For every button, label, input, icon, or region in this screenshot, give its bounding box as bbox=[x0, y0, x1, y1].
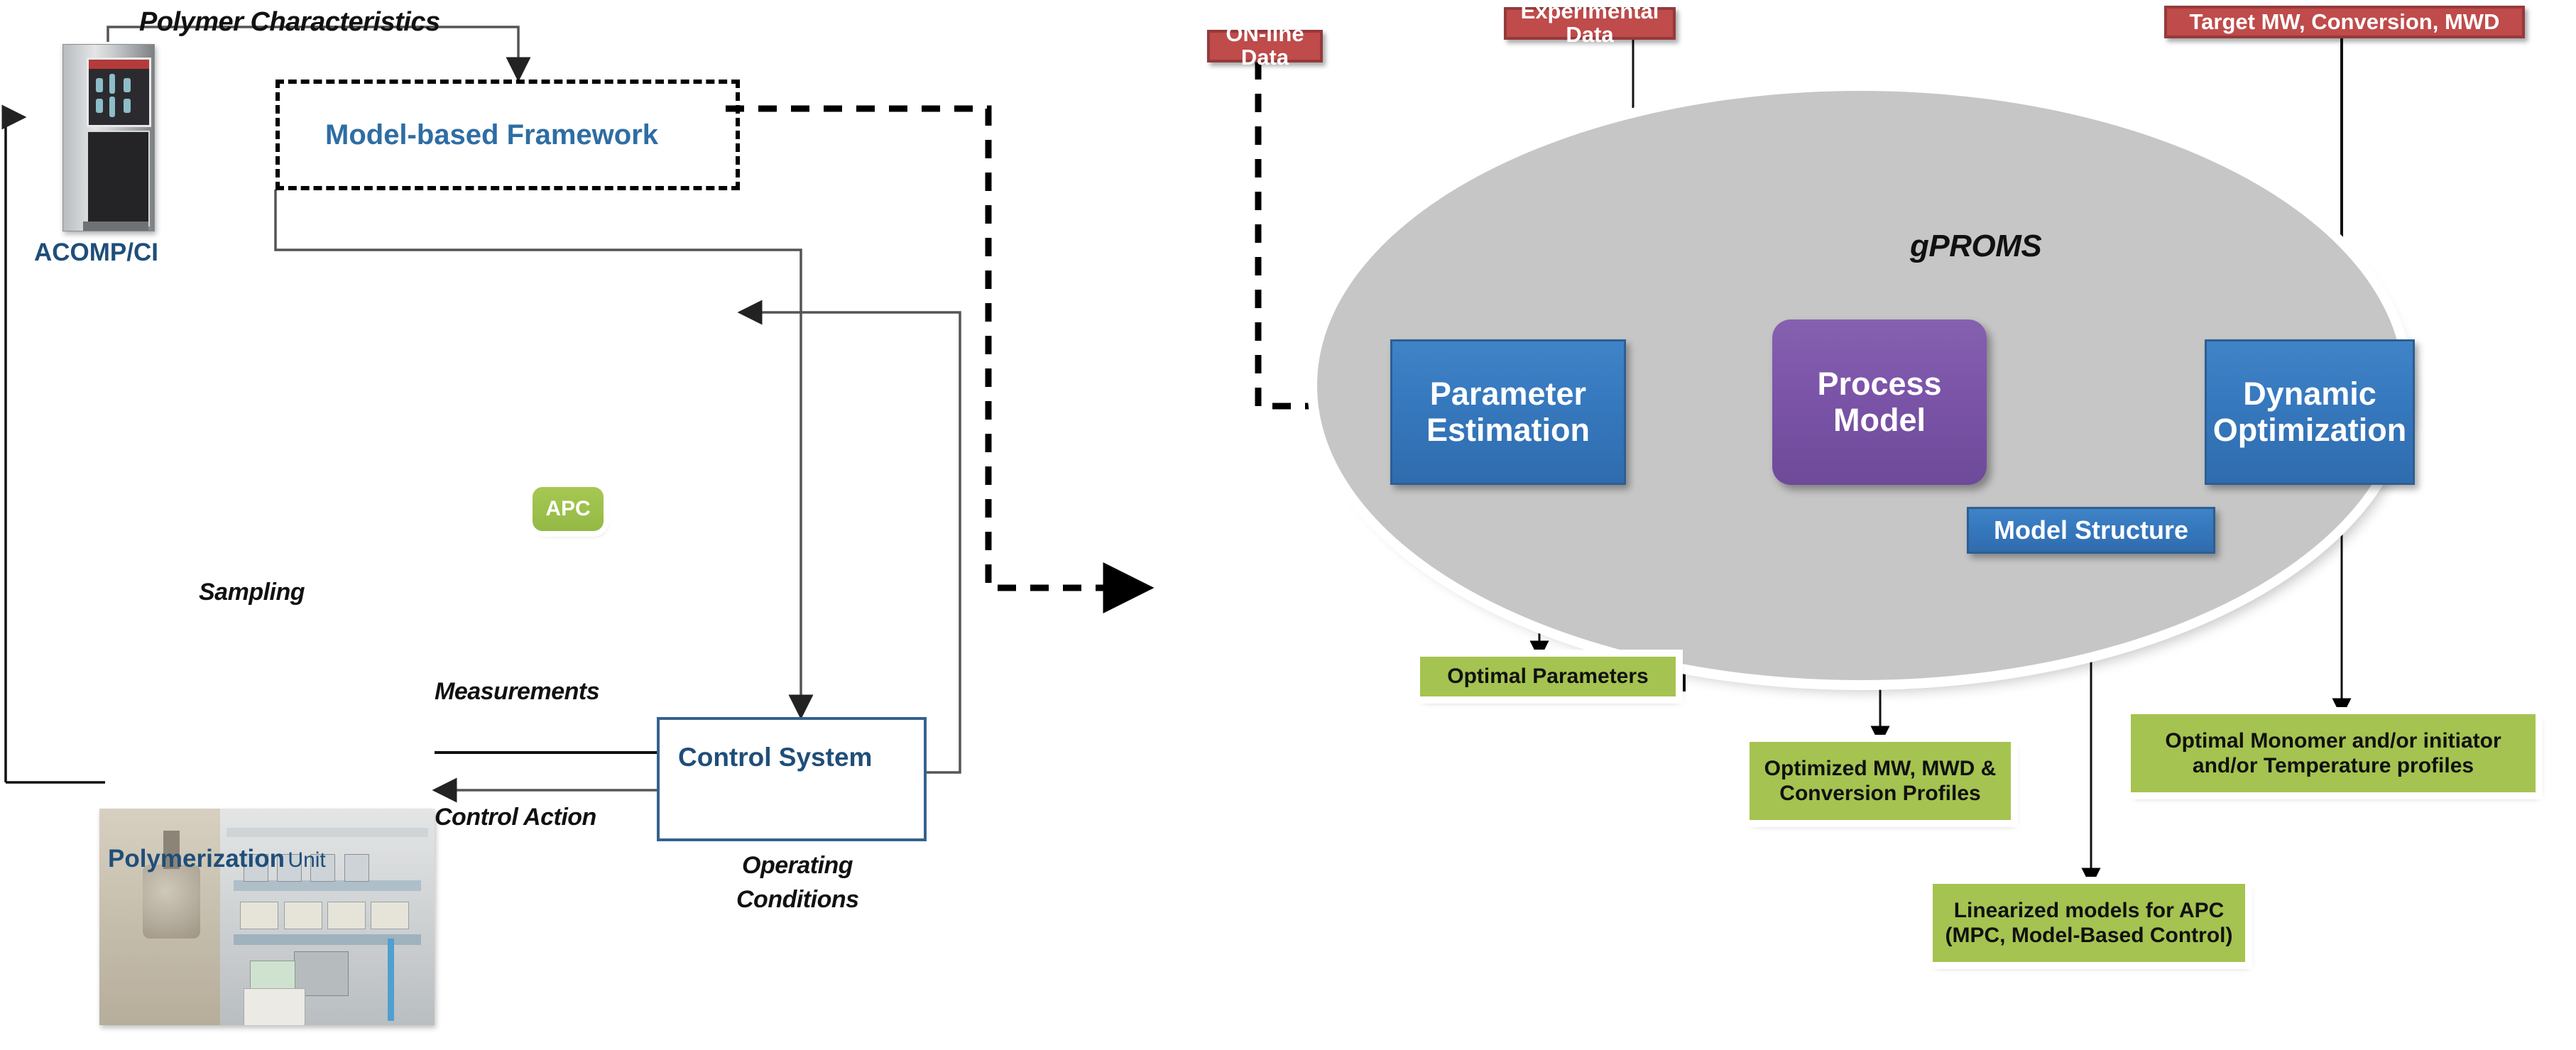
linearized-models-line2: (MPC, Model-Based Control) bbox=[1945, 924, 2233, 947]
operating-conditions-line1: Operating bbox=[742, 852, 853, 879]
dynamic-optimization-box[interactable]: Dynamic Optimization bbox=[2205, 339, 2415, 485]
online-data-box[interactable]: ON-line Data bbox=[1207, 23, 1323, 69]
measurements-label: Measurements bbox=[435, 678, 600, 705]
polymerization-unit-bold: Polymerization bbox=[108, 845, 285, 873]
gproms-label: gPROMS bbox=[1910, 229, 2042, 263]
linearized-models-line1: Linearized models for APC bbox=[1953, 898, 2225, 922]
optimal-monomer-line1: Optimal Monomer and/or initiator bbox=[2165, 728, 2501, 753]
operating-conditions-line2: Conditions bbox=[736, 886, 859, 913]
acomp-screen bbox=[87, 58, 151, 128]
apc-chip[interactable]: APC bbox=[533, 487, 604, 531]
optimized-profiles-line2: Conversion Profiles bbox=[1779, 782, 1981, 805]
acomp-base bbox=[83, 221, 149, 231]
parameter-estimation-line2: Estimation bbox=[1426, 411, 1590, 448]
optimal-parameters-box[interactable]: Optimal Parameters bbox=[1420, 657, 1676, 696]
parameter-estimation-line1: Parameter bbox=[1429, 376, 1587, 412]
polymer-characteristics-label: Polymer Characteristics bbox=[139, 7, 440, 37]
control-system-label: Control System bbox=[678, 743, 873, 772]
acomp-caption: ACOMP/CI bbox=[34, 239, 158, 266]
process-model-line2: Model bbox=[1833, 401, 1926, 438]
optimal-monomer-line2: and/or Temperature profiles bbox=[2192, 754, 2474, 777]
sampling-label: Sampling bbox=[199, 579, 305, 606]
polymerization-unit-image bbox=[99, 809, 435, 1025]
polymerization-unit-light: Unit bbox=[288, 848, 326, 872]
optimized-profiles-box[interactable]: Optimized MW, MWD & Conversion Profiles bbox=[1750, 742, 2011, 820]
parameter-estimation-box[interactable]: Parameter Estimation bbox=[1390, 339, 1626, 485]
dynamic-optimization-line1: Dynamic bbox=[2243, 376, 2376, 412]
model-based-framework-label: Model-based Framework bbox=[325, 119, 659, 151]
dynamic-optimization-line2: Optimization bbox=[2212, 411, 2407, 448]
acomp-instrument-image bbox=[62, 44, 155, 231]
model-structure-box[interactable]: Model Structure bbox=[1967, 507, 2215, 554]
control-system-box[interactable] bbox=[657, 717, 927, 841]
diagram-canvas: Polymer Characteristics ACOMP/CI Model-b… bbox=[0, 0, 2576, 1050]
control-action-label: Control Action bbox=[435, 804, 596, 831]
process-model-line1: Process bbox=[1817, 366, 1942, 403]
optimized-profiles-line1: Optimized MW, MWD & bbox=[1764, 756, 1997, 780]
optimal-monomer-box[interactable]: Optimal Monomer and/or initiator and/or … bbox=[2131, 714, 2536, 792]
linearized-models-box[interactable]: Linearized models for APC (MPC, Model-Ba… bbox=[1933, 884, 2245, 962]
polymerization-unit-caption: Polymerization Unit bbox=[108, 845, 326, 873]
target-mw-conversion-mwd-box[interactable]: Target MW, Conversion, MWD bbox=[2164, 6, 2525, 38]
experimental-data-box[interactable]: Experimental Data bbox=[1504, 0, 1676, 46]
acomp-cabinet bbox=[87, 130, 150, 226]
process-model-box[interactable]: Process Model bbox=[1772, 319, 1987, 485]
